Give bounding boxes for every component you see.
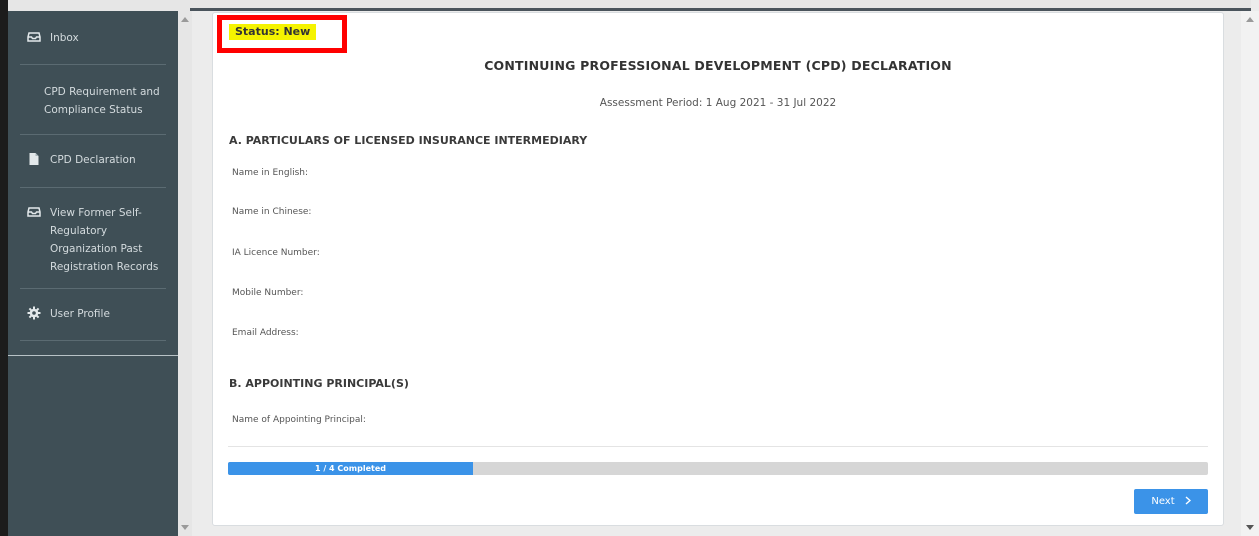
page-scrollbar[interactable] bbox=[1241, 11, 1259, 536]
chevron-right-icon bbox=[1185, 495, 1191, 508]
field-label-mobile: Mobile Number: bbox=[232, 288, 304, 298]
section-b-title: B. APPOINTING PRINCIPAL(S) bbox=[229, 377, 409, 390]
page-title: CONTINUING PROFESSIONAL DEVELOPMENT (CPD… bbox=[484, 58, 952, 73]
form-divider bbox=[228, 446, 1208, 447]
sidebar-divider bbox=[20, 187, 166, 188]
inbox-icon bbox=[27, 205, 41, 219]
scroll-down-icon[interactable] bbox=[1246, 525, 1254, 530]
progress-label: 1 / 4 Completed bbox=[315, 464, 386, 473]
file-icon bbox=[27, 152, 41, 166]
field-label-appointing-principal: Name of Appointing Principal: bbox=[232, 415, 366, 425]
inbox-icon bbox=[27, 30, 41, 44]
header-rule bbox=[190, 8, 1251, 11]
gear-icon bbox=[27, 306, 41, 320]
sidebar-item-user-profile[interactable]: User Profile bbox=[20, 305, 166, 323]
top-strip bbox=[8, 0, 1251, 11]
sidebar-item-label: Inbox bbox=[50, 32, 79, 44]
sidebar-divider bbox=[20, 340, 166, 341]
field-label-name-english: Name in English: bbox=[232, 168, 309, 178]
sidebar-item-cpd-requirement[interactable]: CPD Requirement and Compliance Status bbox=[20, 83, 166, 119]
progress-fill: 1 / 4 Completed bbox=[228, 462, 473, 475]
cpd-declaration-form: Status: New CONTINUING PROFESSIONAL DEVE… bbox=[212, 12, 1224, 526]
sidebar-item-label: CPD Requirement and Compliance Status bbox=[44, 86, 160, 116]
status-annotation-box: Status: New bbox=[217, 15, 347, 53]
assessment-period: Assessment Period: 1 Aug 2021 - 31 Jul 2… bbox=[599, 97, 837, 109]
scroll-up-icon[interactable] bbox=[181, 17, 189, 22]
status-badge: Status: New bbox=[229, 24, 317, 40]
next-button-label: Next bbox=[1151, 496, 1175, 507]
field-label-name-chinese: Name in Chinese: bbox=[232, 207, 312, 217]
sidebar-divider bbox=[20, 288, 166, 289]
section-a-title: A. PARTICULARS OF LICENSED INSURANCE INT… bbox=[229, 134, 588, 147]
sidebar-item-label: User Profile bbox=[50, 308, 110, 320]
sidebar-item-label: View Former Self-Regulatory Organization… bbox=[50, 207, 159, 273]
sidebar: Inbox CPD Requirement and Compliance Sta… bbox=[8, 11, 178, 536]
window-left-edge bbox=[0, 0, 8, 536]
next-button[interactable]: Next bbox=[1134, 489, 1208, 514]
sidebar-item-former-sro-records[interactable]: View Former Self-Regulatory Organization… bbox=[20, 204, 166, 276]
sidebar-item-label: CPD Declaration bbox=[50, 154, 136, 166]
sidebar-divider bbox=[20, 64, 166, 65]
sidebar-item-cpd-declaration[interactable]: CPD Declaration bbox=[20, 151, 166, 169]
field-label-ia-licence: IA Licence Number: bbox=[232, 248, 320, 258]
sidebar-divider bbox=[20, 134, 166, 135]
field-label-email: Email Address: bbox=[232, 328, 299, 338]
progress-bar: 1 / 4 Completed bbox=[228, 462, 1208, 475]
sidebar-bottom-divider bbox=[8, 355, 178, 356]
sidebar-scrollbar[interactable] bbox=[178, 11, 192, 536]
sidebar-item-inbox[interactable]: Inbox bbox=[20, 29, 166, 47]
scroll-up-icon[interactable] bbox=[1246, 17, 1254, 22]
scroll-down-icon[interactable] bbox=[181, 525, 189, 530]
